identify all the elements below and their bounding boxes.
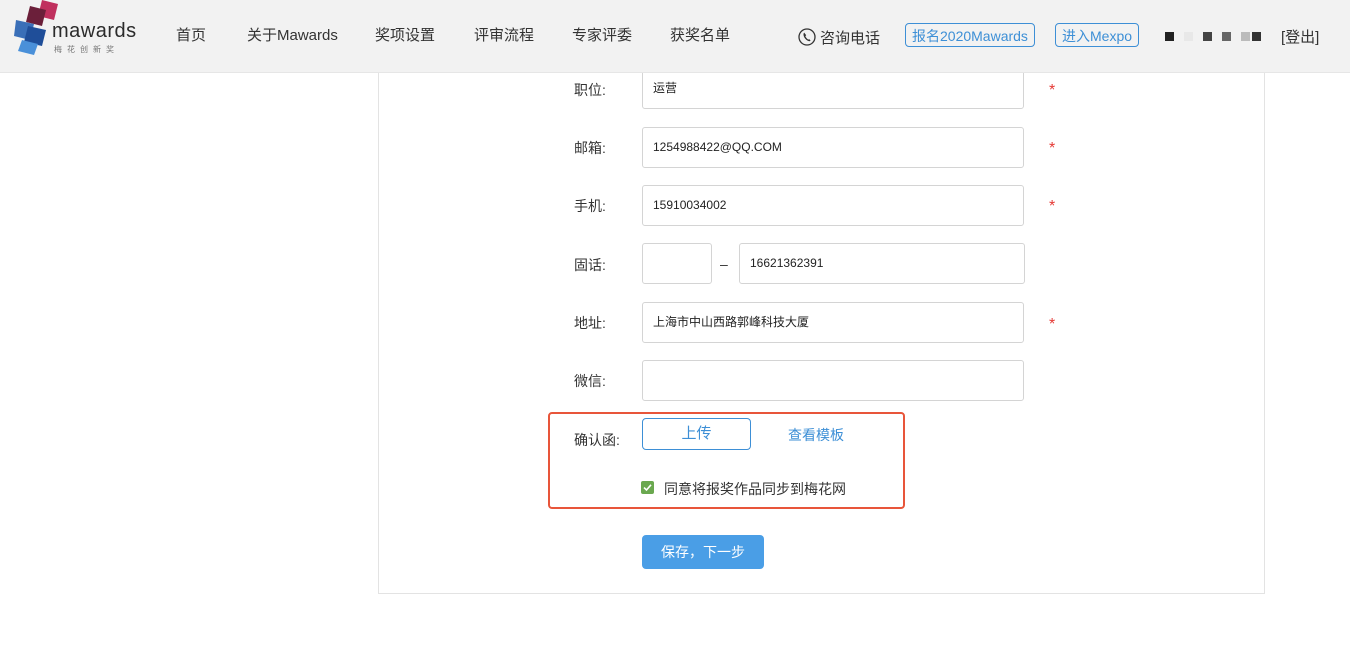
email-input[interactable]: 1254988422@QQ.COM xyxy=(642,127,1024,168)
check-icon xyxy=(643,484,652,492)
mobile-input[interactable]: 15910034002 xyxy=(642,185,1024,226)
nav-winners[interactable]: 获奖名单 xyxy=(670,0,730,72)
nav-about[interactable]: 关于Mawards xyxy=(247,0,338,72)
enter-mexpo-button[interactable]: 进入Mexpo xyxy=(1055,23,1140,47)
address-input[interactable]: 上海市中山西路郭峰科技大厦 xyxy=(642,302,1024,343)
phone-icon xyxy=(798,28,816,46)
top-navbar: mawards 梅花创新奖 首页 关于Mawards 奖项设置 评审流程 专家评… xyxy=(0,0,1350,73)
required-mark: * xyxy=(1049,316,1056,333)
wechat-input[interactable] xyxy=(642,360,1024,401)
upload-button[interactable]: 上传 xyxy=(642,418,751,450)
wechat-label: 微信: xyxy=(574,373,606,389)
agree-sync-checkbox[interactable] xyxy=(641,481,654,494)
logout-link[interactable]: [登出] xyxy=(1281,26,1319,47)
required-mark: * xyxy=(1049,140,1056,157)
mawards-logo[interactable]: mawards 梅花创新奖 xyxy=(14,0,139,60)
email-label: 邮箱: xyxy=(574,140,606,156)
consult-phone[interactable]: 咨询电话 xyxy=(798,26,880,48)
nav-review-process[interactable]: 评审流程 xyxy=(474,0,534,72)
landline-label: 固话: xyxy=(574,257,606,273)
view-template-link[interactable]: 查看模板 xyxy=(788,425,844,445)
landline-separator: – xyxy=(720,256,728,272)
phone-label: 咨询电话 xyxy=(820,29,881,47)
register-2020-button[interactable]: 报名2020Mawards xyxy=(905,23,1035,47)
save-next-button[interactable]: 保存，下一步 xyxy=(642,535,764,569)
confirmation-label: 确认函: xyxy=(574,432,620,448)
position-label: 职位: xyxy=(574,82,606,98)
mobile-label: 手机: xyxy=(574,198,606,214)
nav-home[interactable]: 首页 xyxy=(176,0,206,72)
logo-subtitle: 梅花创新奖 xyxy=(54,45,119,54)
required-mark: * xyxy=(1049,198,1056,215)
required-mark: * xyxy=(1049,82,1056,99)
nav-awards[interactable]: 奖项设置 xyxy=(375,0,435,72)
agree-sync-text[interactable]: 同意将报奖作品同步到梅花网 xyxy=(664,479,846,499)
landline-number-input[interactable]: 16621362391 xyxy=(739,243,1025,284)
position-input[interactable]: 运营 xyxy=(642,68,1024,109)
logo-wordmark: mawards xyxy=(52,20,137,42)
address-label: 地址: xyxy=(574,315,606,331)
nav-judges[interactable]: 专家评委 xyxy=(572,0,632,72)
landline-area-code-input[interactable] xyxy=(642,243,712,284)
